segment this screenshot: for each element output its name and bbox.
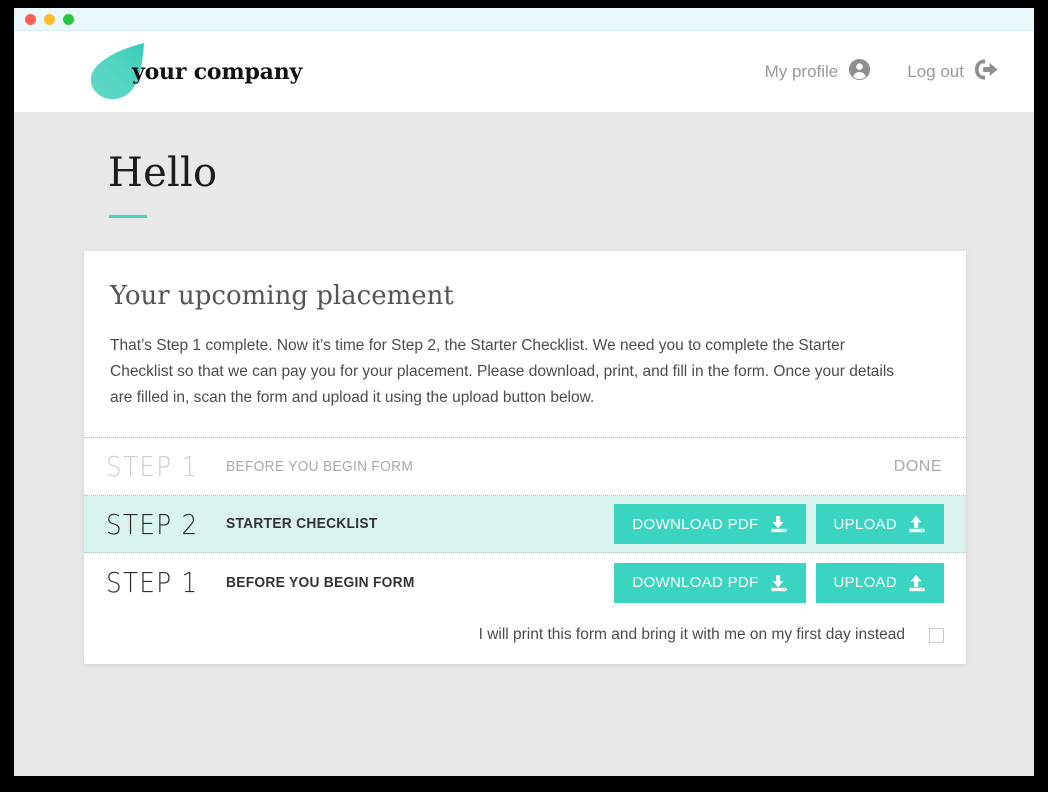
brand-name: your company [132,58,303,85]
step-number: STEP 2 [106,507,199,541]
step-row-3-pending: STEP 1 BEFORE YOU BEGIN FORM DOWNLOAD PD… [84,553,966,612]
logout-arrow-icon [974,58,998,86]
step-row-1-done: STEP 1 BEFORE YOU BEGIN FORM DONE [84,437,966,496]
upload-icon [908,574,926,592]
step-label: BEFORE YOU BEGIN FORM [226,574,415,591]
nav-log-out[interactable]: Log out [907,58,998,86]
download-pdf-button-label: DOWNLOAD PDF [632,574,759,591]
page-content: Hello Your upcoming placement That’s Ste… [14,112,1034,776]
download-pdf-button-label: DOWNLOAD PDF [632,515,759,533]
upload-button[interactable]: UPLOAD [815,504,944,544]
card-body-text: That’s Step 1 complete. Now it’s time fo… [110,337,895,406]
close-window-button[interactable] [25,13,36,25]
upload-button-label: UPLOAD [833,574,897,591]
page-title: Hello [108,150,218,196]
maximize-window-button[interactable] [63,13,74,25]
user-circle-icon [848,58,871,86]
nav-log-out-label: Log out [907,61,964,81]
step-number: STEP 1 [106,566,199,599]
placement-card: Your upcoming placement That’s Step 1 co… [84,251,966,664]
download-icon [770,515,788,533]
header-nav: My profile Log out [765,58,998,86]
print-instead-label: I will print this form and bring it with… [478,626,905,643]
download-icon [770,574,788,592]
nav-my-profile-label: My profile [764,61,839,81]
status-badge: DONE [893,457,942,475]
window-titlebar [14,8,1034,31]
site-header: your company My profile Log out [14,31,1034,112]
print-instead-checkbox[interactable] [929,627,944,643]
step-label: STARTER CHECKLIST [226,516,378,532]
print-instead-row: I will print this form and bring it with… [84,612,966,664]
browser-window: your company My profile Log out Hello Yo… [14,8,1034,776]
nav-my-profile[interactable]: My profile [765,58,872,86]
download-pdf-button[interactable]: DOWNLOAD PDF [614,562,806,603]
step-label: BEFORE YOU BEGIN FORM [226,458,414,475]
card-title: Your upcoming placement [110,281,454,311]
step-actions: DOWNLOAD PDF UPLOAD [614,504,944,544]
step-actions: DOWNLOAD PDF UPLOAD [614,562,944,603]
upload-button[interactable]: UPLOAD [815,562,944,603]
download-pdf-button[interactable]: DOWNLOAD PDF [614,504,806,544]
upload-icon [908,515,926,533]
step-row-2-active: STEP 2 STARTER CHECKLIST DOWNLOAD PDF UP… [84,496,966,553]
minimize-window-button[interactable] [44,13,55,25]
card-intro: Your upcoming placement That’s Step 1 co… [84,251,966,437]
title-underline-rule [109,215,147,218]
brand-logo[interactable]: your company [88,41,302,103]
step-number: STEP 1 [106,450,199,483]
upload-button-label: UPLOAD [833,515,897,533]
